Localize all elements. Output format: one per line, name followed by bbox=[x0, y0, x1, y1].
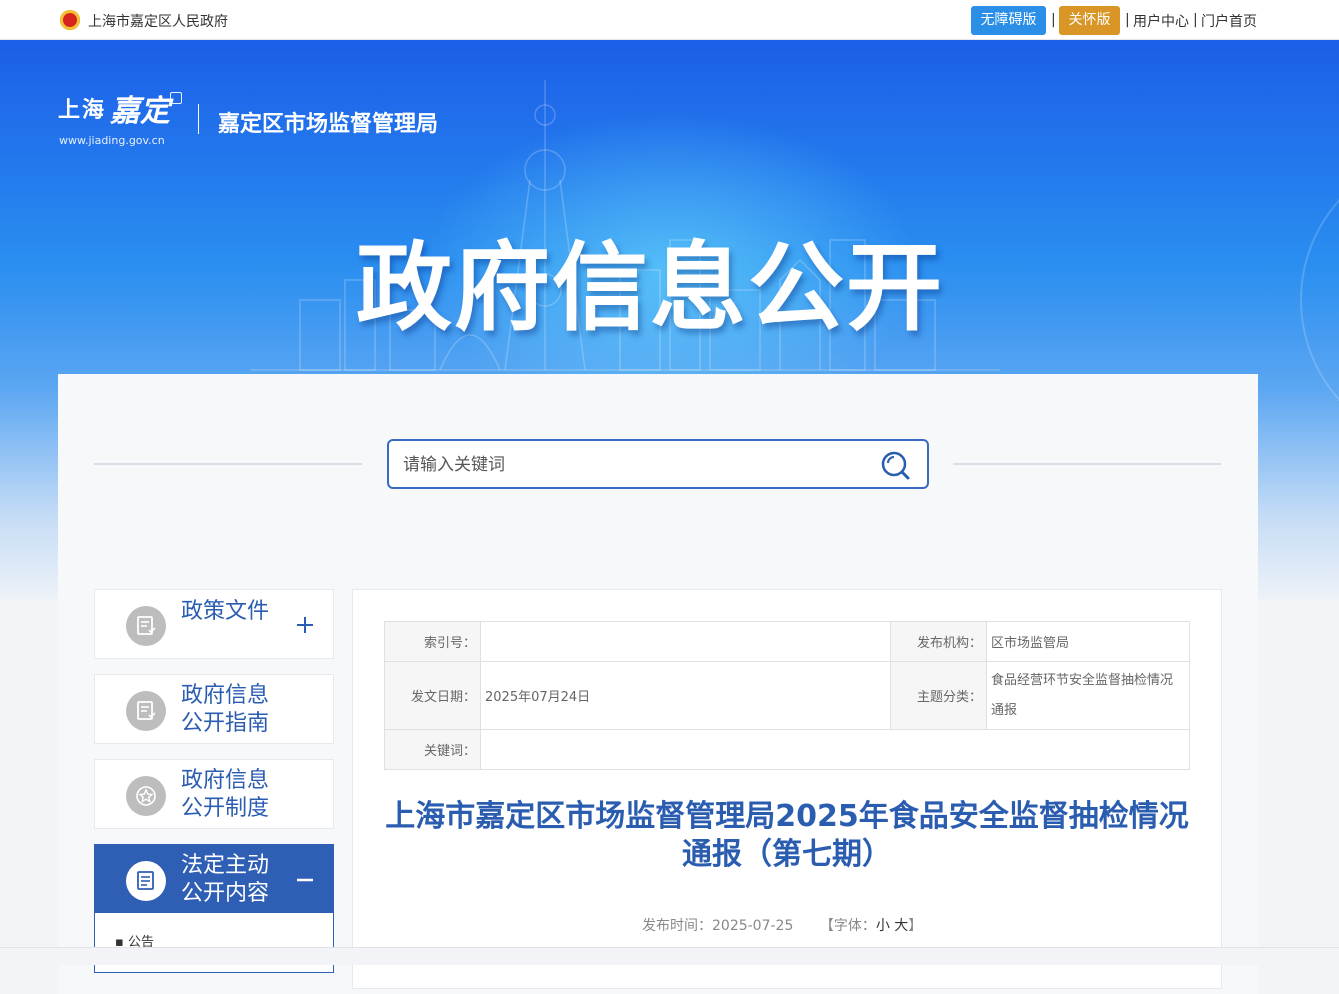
sidebar-item-label: 政府信息 bbox=[181, 768, 270, 793]
sidebar-item-label: 公开内容 bbox=[181, 881, 270, 906]
sidebar-item-label: 公开指南 bbox=[181, 711, 270, 736]
font-size-control: 【字体：小 大】 bbox=[820, 918, 922, 934]
separator: | bbox=[1125, 12, 1130, 28]
publish-info: 发布时间：2025-07-25 【字体：小 大】 bbox=[642, 915, 922, 935]
font-label-close: 】 bbox=[908, 918, 923, 934]
logo-url: www.jiading.gov.cn bbox=[59, 134, 165, 147]
sidebar-item-label: 政府信息 bbox=[181, 683, 270, 708]
font-label-open: 【字体： bbox=[819, 918, 876, 934]
national-emblem-icon bbox=[60, 10, 80, 30]
sidebar-item-disclosure-system[interactable]: 政府信息 公开制度 bbox=[94, 759, 334, 829]
user-center-link[interactable]: 用户中心 bbox=[1133, 11, 1189, 31]
sidebar-item-label: 政策文件 bbox=[181, 599, 270, 624]
search-divider-left bbox=[94, 463, 362, 465]
collapse-minus-icon[interactable] bbox=[295, 870, 315, 890]
sidebar-item-statutory-content[interactable]: 法定主动 公开内容 bbox=[94, 844, 334, 914]
search-divider-right bbox=[953, 463, 1221, 465]
topic-label: 主题分类： bbox=[890, 661, 987, 730]
separator: | bbox=[1051, 12, 1056, 28]
gov-name-link[interactable]: 上海市嘉定区人民政府 bbox=[88, 11, 228, 31]
font-large-button[interactable]: 大 bbox=[894, 918, 908, 934]
sidebar-item-label: 法定主动 bbox=[181, 853, 270, 878]
sidebar-item-disclosure-guide[interactable]: 政府信息 公开指南 bbox=[94, 674, 334, 744]
logo-text-shanghai: 上海 bbox=[58, 97, 107, 123]
font-small-button[interactable]: 小 bbox=[876, 918, 890, 934]
care-mode-button[interactable]: 关怀版 bbox=[1059, 6, 1120, 35]
star-icon bbox=[126, 776, 166, 816]
separator: | bbox=[1193, 12, 1198, 28]
document-icon bbox=[126, 606, 166, 646]
logo-text-jiading: 嘉定 bbox=[110, 94, 170, 129]
expand-plus-icon[interactable] bbox=[295, 615, 315, 635]
accessibility-button[interactable]: 无障碍版 bbox=[971, 6, 1046, 35]
top-bar: 上海市嘉定区人民政府 无障碍版 | 关怀版 | 用户中心 | 门户首页 bbox=[0, 0, 1339, 40]
hero-title: 政府信息公开 bbox=[356, 232, 944, 344]
metadata-table: 索引号： 发布机构： 区市场监管局 发文日期： 2025年07月24日 主题分类… bbox=[384, 621, 1190, 770]
topic-value: 食品经营环节安全监督抽检情况通报 bbox=[986, 661, 1190, 730]
index-label: 索引号： bbox=[384, 621, 481, 662]
date-label: 发文日期： bbox=[384, 661, 481, 730]
table-row: 索引号： 发布机构： 区市场监管局 bbox=[384, 621, 1190, 662]
table-row: 发文日期： 2025年07月24日 主题分类： 食品经营环节安全监督抽检情况通报 bbox=[384, 661, 1190, 730]
date-value: 2025年07月24日 bbox=[480, 661, 891, 730]
list-document-icon bbox=[126, 861, 166, 901]
document-icon bbox=[126, 691, 166, 731]
bottom-bar bbox=[0, 947, 1339, 965]
search-input[interactable] bbox=[403, 453, 863, 477]
sidebar-item-policy-docs[interactable]: 政策文件 bbox=[94, 589, 334, 659]
bureau-name: 嘉定区市场监督管理局 bbox=[218, 112, 439, 137]
publish-time: 2025-07-25 bbox=[712, 918, 794, 934]
seal-icon bbox=[170, 92, 182, 104]
keyword-label: 关键词： bbox=[384, 729, 481, 770]
search-icon[interactable] bbox=[879, 449, 911, 481]
sidebar-item-label: 公开制度 bbox=[181, 796, 270, 821]
portal-home-link[interactable]: 门户首页 bbox=[1201, 11, 1257, 31]
logo-divider bbox=[198, 104, 199, 134]
search-box bbox=[387, 439, 929, 489]
index-value bbox=[480, 621, 891, 662]
table-row: 关键词： bbox=[384, 729, 1190, 770]
publisher-label: 发布机构： bbox=[890, 621, 987, 662]
publisher-value: 区市场监管局 bbox=[986, 621, 1190, 662]
article-title: 上海市嘉定区市场监督管理局2025年食品安全监督抽检情况通报（第七期） bbox=[385, 799, 1189, 872]
jiading-logo[interactable]: 上海 嘉定 www.jiading.gov.cn bbox=[58, 92, 182, 152]
keyword-value bbox=[480, 729, 1190, 770]
publish-label: 发布时间： bbox=[642, 918, 712, 934]
